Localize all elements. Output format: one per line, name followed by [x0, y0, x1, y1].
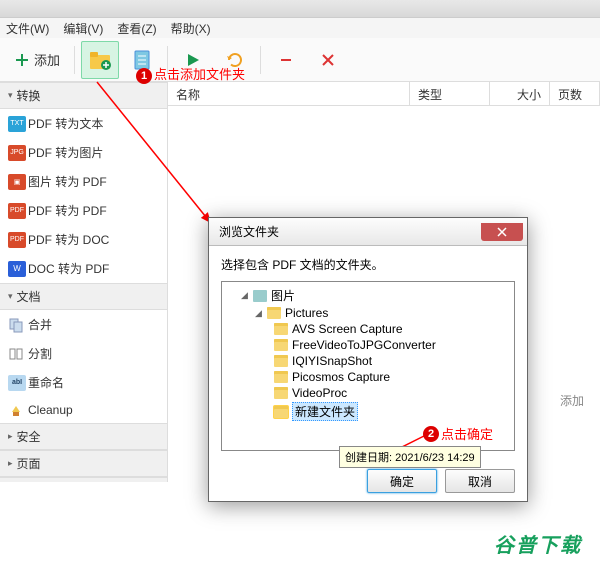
menu-bar: 文件(W) 编辑(V) 查看(Z) 帮助(X): [0, 18, 600, 38]
tree-item[interactable]: FreeVideoToJPGConverter: [226, 337, 510, 353]
step1-badge: 1: [136, 68, 152, 84]
sidebar-item-rename[interactable]: abI重命名: [0, 368, 167, 397]
pictures-lib-icon: [253, 290, 267, 302]
window-titlebar: [0, 0, 600, 18]
sidebar-item-cleanup[interactable]: Cleanup: [0, 397, 167, 423]
tree-item[interactable]: Picosmos Capture: [226, 369, 510, 385]
tree-item[interactable]: VideoProc: [226, 385, 510, 401]
separator: [74, 46, 75, 74]
dialog-close-button[interactable]: [481, 223, 523, 241]
sidebar-item-merge[interactable]: 合并: [0, 310, 167, 339]
dialog-instruction: 选择包含 PDF 文档的文件夹。: [221, 256, 515, 273]
add-hint: 添加: [560, 392, 584, 409]
close-icon: [497, 227, 507, 237]
add-button[interactable]: 添加: [6, 41, 68, 79]
sidebar: ▾转换 TXTPDF 转为文本 JPGPDF 转为图片 ▣图片 转为 PDF P…: [0, 82, 168, 482]
folder-icon: [274, 339, 288, 351]
section-security[interactable]: ▸安全: [0, 423, 167, 450]
menu-edit[interactable]: 编辑(V): [63, 20, 103, 37]
menu-help[interactable]: 帮助(X): [171, 20, 211, 37]
watermark: 谷普下载: [494, 529, 582, 558]
folder-icon: [274, 355, 288, 367]
section-page[interactable]: ▸页面: [0, 450, 167, 477]
add-button-label: 添加: [34, 50, 60, 69]
tree-item[interactable]: AVS Screen Capture: [226, 321, 510, 337]
col-size[interactable]: 大小: [490, 82, 550, 105]
sidebar-item-image-pdf[interactable]: ▣图片 转为 PDF: [0, 167, 167, 196]
separator: [260, 46, 261, 74]
sidebar-item-pdf-doc[interactable]: PDFPDF 转为 DOC: [0, 225, 167, 254]
step2-badge: 2: [423, 426, 439, 442]
menu-view[interactable]: 查看(Z): [117, 20, 156, 37]
x-icon: [320, 52, 336, 68]
sidebar-item-pdf-image[interactable]: JPGPDF 转为图片: [0, 138, 167, 167]
folder-icon: [274, 371, 288, 383]
tooltip: 创建日期: 2021/6/23 14:29: [339, 446, 481, 468]
col-name[interactable]: 名称: [168, 82, 410, 105]
tree-item-selected[interactable]: 新建文件夹: [226, 401, 510, 422]
tree-pictures[interactable]: ◢Pictures: [226, 305, 510, 321]
folder-icon: [267, 307, 281, 319]
remove-button[interactable]: [267, 41, 305, 79]
dialog-title-text: 浏览文件夹: [219, 223, 279, 240]
add-folder-button[interactable]: [81, 41, 119, 79]
toolbar: 添加: [0, 38, 600, 82]
annotation-step2: 2点击确定: [423, 424, 493, 443]
section-document[interactable]: ▾文档: [0, 283, 167, 310]
sidebar-item-pdf-text[interactable]: TXTPDF 转为文本: [0, 109, 167, 138]
clear-button[interactable]: [309, 41, 347, 79]
dialog-titlebar[interactable]: 浏览文件夹: [209, 218, 527, 246]
folder-add-icon: [88, 49, 112, 71]
folder-icon: [274, 323, 288, 335]
section-convert[interactable]: ▾转换: [0, 82, 167, 109]
column-headers: 名称 类型 大小 页数: [168, 82, 600, 106]
menu-file[interactable]: 文件(W): [6, 20, 49, 37]
col-pages[interactable]: 页数: [550, 82, 600, 105]
sidebar-item-doc-pdf[interactable]: WDOC 转为 PDF: [0, 254, 167, 283]
folder-icon: [274, 387, 288, 399]
tree-root[interactable]: ◢图片: [226, 286, 510, 305]
plus-icon: [14, 52, 30, 68]
annotation-step1: 1点击添加文件夹: [136, 64, 245, 84]
minus-icon: [278, 52, 294, 68]
cancel-button[interactable]: 取消: [445, 469, 515, 493]
sidebar-item-pdf-pdf[interactable]: PDFPDF 转为 PDF: [0, 196, 167, 225]
ok-button[interactable]: 确定: [367, 469, 437, 493]
sidebar-item-split[interactable]: 分割: [0, 339, 167, 368]
col-type[interactable]: 类型: [410, 82, 490, 105]
folder-icon: [274, 406, 288, 418]
tree-item[interactable]: IQIYISnapShot: [226, 353, 510, 369]
section-extract[interactable]: ▸提取: [0, 477, 167, 482]
